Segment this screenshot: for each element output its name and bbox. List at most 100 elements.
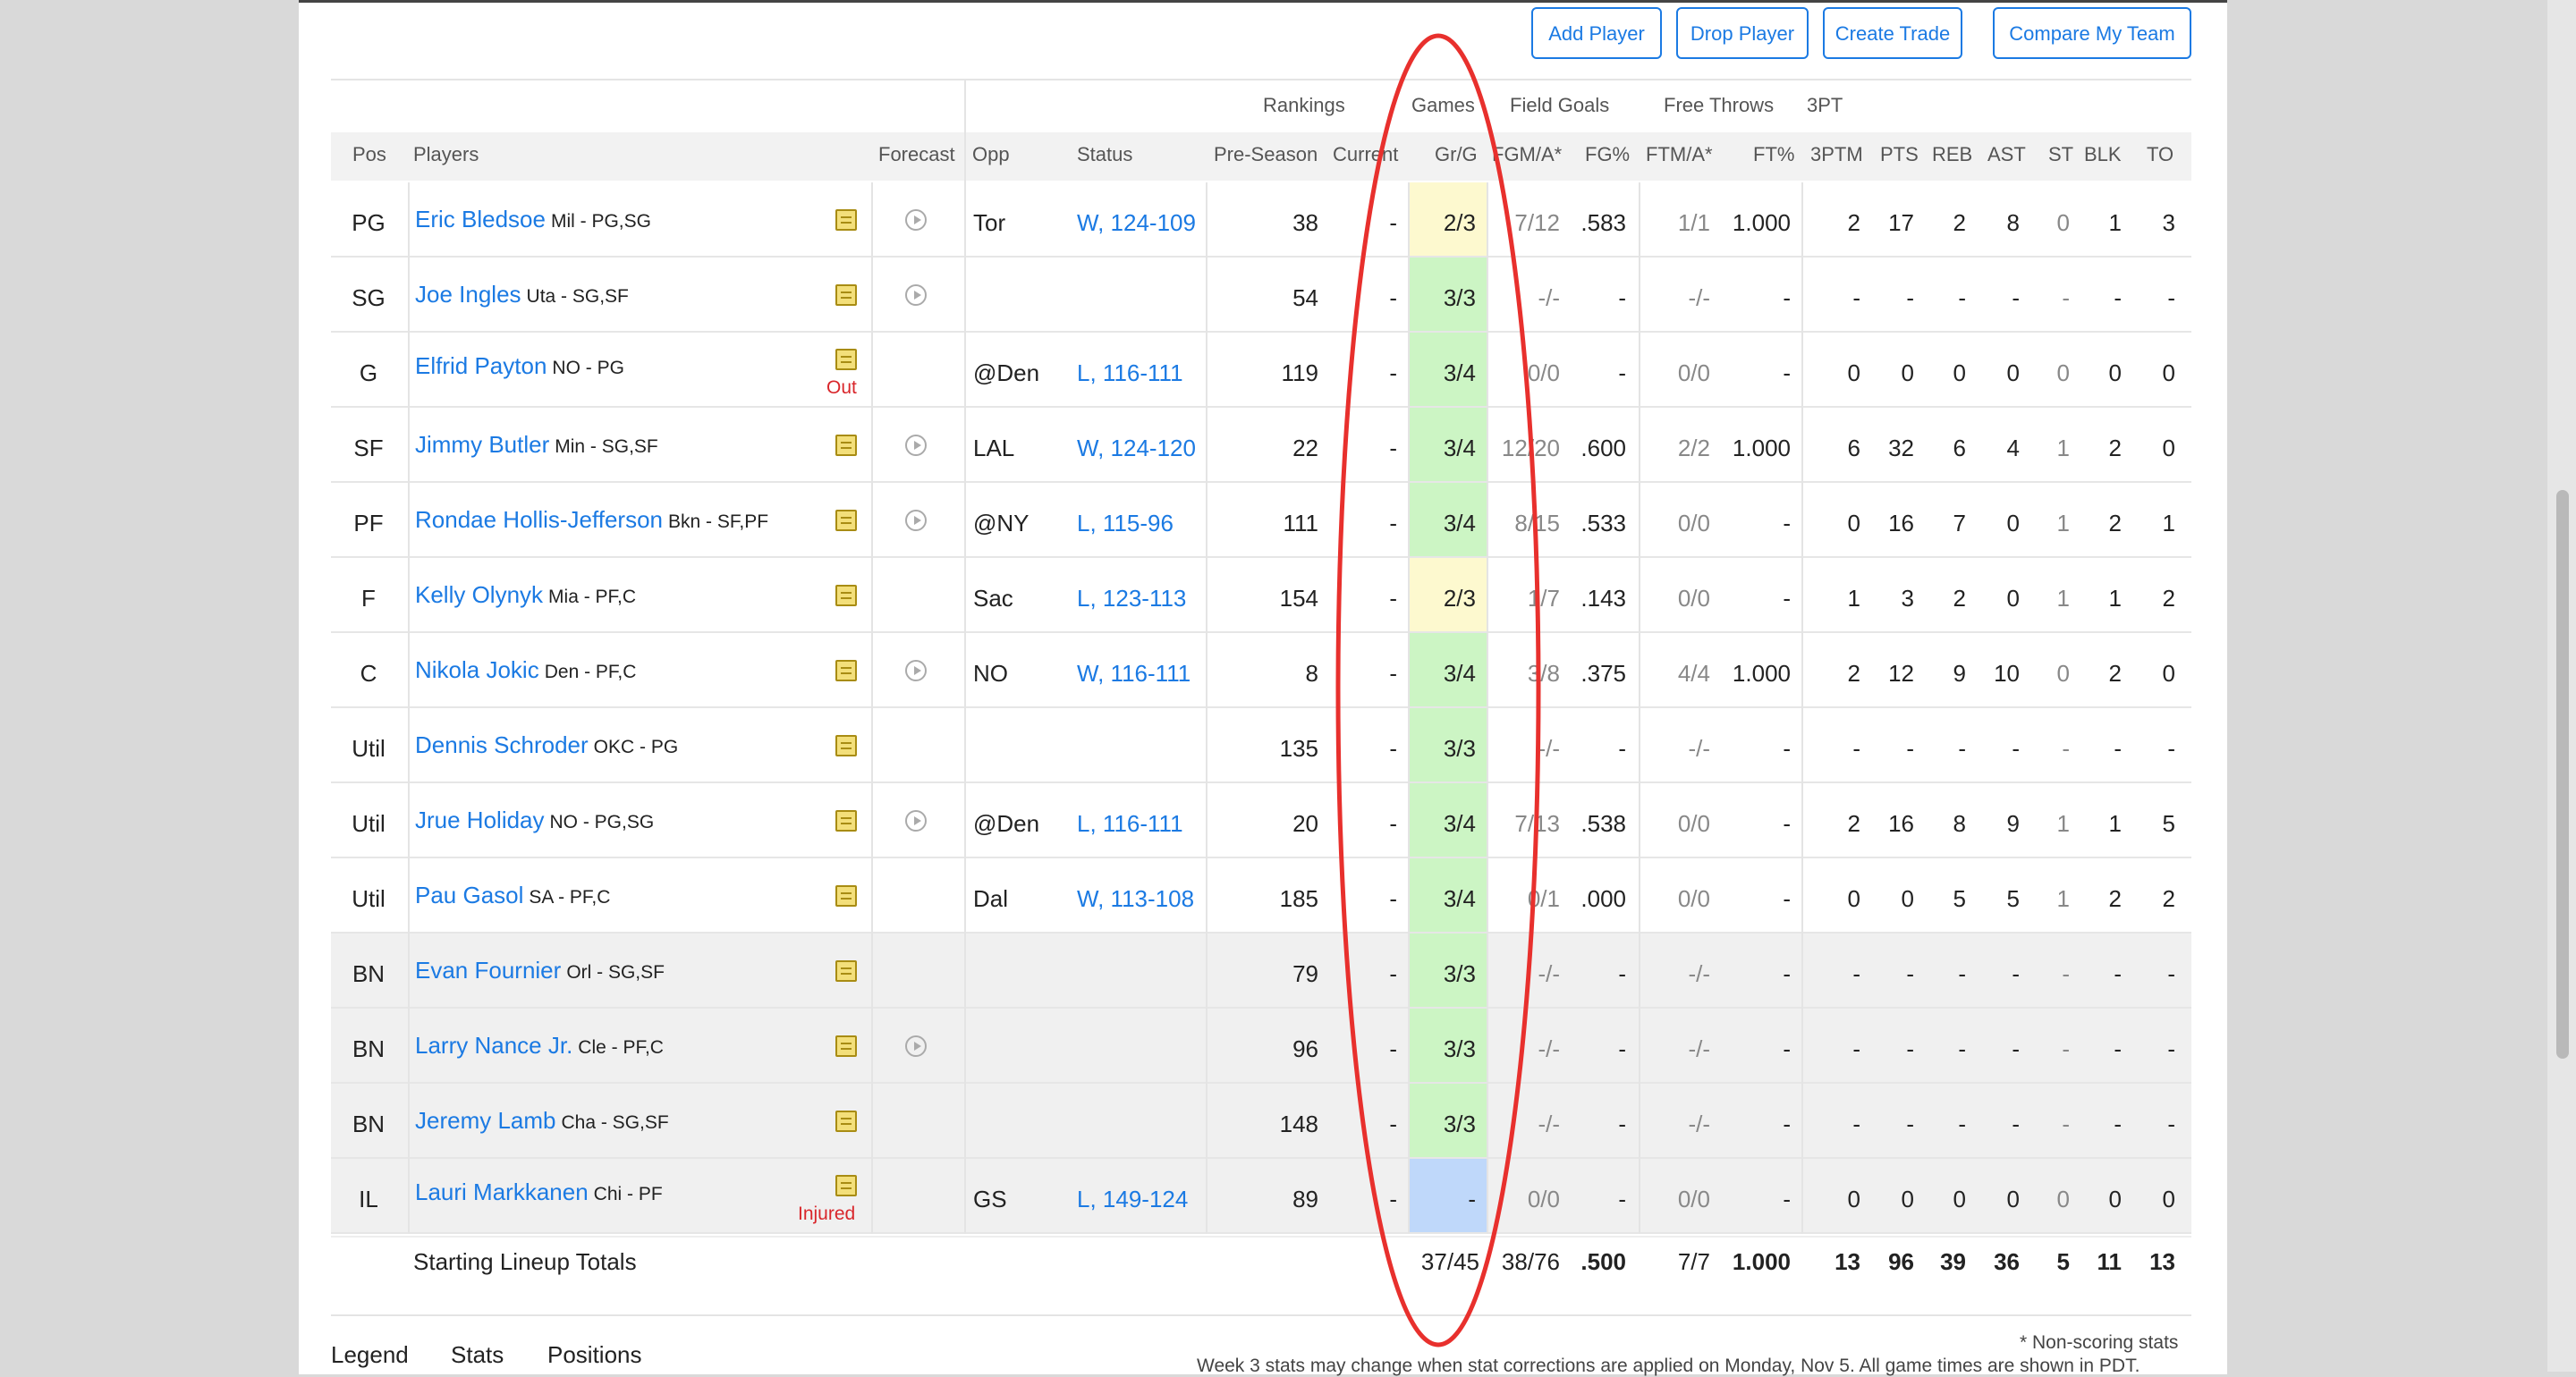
player-note-icon[interactable]: [835, 435, 857, 456]
player-note-icon[interactable]: [835, 1035, 857, 1057]
player-note-icon[interactable]: [835, 349, 857, 370]
cell-ast: -: [2012, 960, 2020, 987]
scrollbar-thumb[interactable]: [2556, 490, 2569, 1059]
player-note-icon[interactable]: [835, 960, 857, 982]
cell-status-link[interactable]: W, 124-120: [1077, 435, 1202, 462]
cell-grg: 2/3: [1443, 209, 1476, 236]
player-name-link[interactable]: Larry Nance Jr.: [415, 1032, 572, 1059]
cell-pts: 3: [1901, 585, 1914, 612]
player-name-link[interactable]: Elfrid Payton: [415, 352, 547, 379]
column-header-pts[interactable]: PTS: [1880, 143, 1919, 166]
player-name-link[interactable]: Joe Ingles: [415, 281, 521, 308]
column-header-preseason[interactable]: Pre-Season: [1214, 143, 1318, 166]
cell-st: -: [2062, 1111, 2070, 1137]
cell-status-link[interactable]: W, 116-111: [1077, 660, 1202, 688]
player-name-link[interactable]: Jimmy Butler: [415, 431, 549, 458]
player-name-link[interactable]: Eric Bledsoe: [415, 206, 546, 232]
forecast-play-icon[interactable]: [905, 510, 927, 531]
cell-status-link[interactable]: L, 149-124: [1077, 1186, 1202, 1213]
compare-my-team-button[interactable]: Compare My Team: [1993, 7, 2191, 59]
forecast-play-icon[interactable]: [905, 1035, 927, 1057]
player-note-icon[interactable]: [835, 510, 857, 531]
cell-blk: 1: [2108, 209, 2122, 236]
cell-pts: 16: [1888, 810, 1914, 837]
cell-position: C: [360, 660, 377, 687]
player-name-link[interactable]: Jeremy Lamb: [415, 1107, 556, 1134]
add-player-button[interactable]: Add Player: [1531, 7, 1662, 59]
player-name-link[interactable]: Dennis Schroder: [415, 731, 589, 758]
column-header-grg[interactable]: Gr/G: [1435, 143, 1478, 166]
column-header-fgpct[interactable]: FG%: [1585, 143, 1630, 166]
player-name-link[interactable]: Kelly Olynyk: [415, 581, 543, 608]
column-header-status[interactable]: Status: [1077, 143, 1132, 166]
column-header-3ptm[interactable]: 3PTM: [1810, 143, 1863, 166]
player-name-link[interactable]: Evan Fournier: [415, 957, 561, 984]
player-note-icon[interactable]: [835, 585, 857, 606]
cell-grg: 3/4: [1443, 885, 1476, 912]
footer-tab-positions[interactable]: Positions: [547, 1341, 642, 1369]
column-header-ftpct[interactable]: FT%: [1753, 143, 1794, 166]
column-header-reb[interactable]: REB: [1932, 143, 1972, 166]
drop-player-button[interactable]: Drop Player: [1676, 7, 1809, 59]
player-name-link[interactable]: Jrue Holiday: [415, 807, 545, 833]
forecast-play-icon[interactable]: [905, 284, 927, 306]
player-name-link[interactable]: Rondae Hollis-Jefferson: [415, 506, 663, 533]
forecast-play-icon[interactable]: [905, 810, 927, 832]
column-header-opp[interactable]: Opp: [972, 143, 1010, 166]
cell-status-link[interactable]: L, 116-111: [1077, 810, 1202, 838]
footer-tab-stats[interactable]: Stats: [451, 1341, 504, 1369]
player-name-link[interactable]: Nikola Jokic: [415, 656, 539, 683]
column-header-forecast[interactable]: Forecast: [878, 143, 955, 166]
player-name-link[interactable]: Lauri Markkanen: [415, 1178, 589, 1205]
player-name-link[interactable]: Pau Gasol: [415, 882, 523, 908]
column-header-current[interactable]: Current: [1333, 143, 1398, 166]
cell-status-link[interactable]: L, 123-113: [1077, 585, 1202, 612]
player-note-icon[interactable]: [835, 735, 857, 756]
cell-grg: 3/3: [1443, 960, 1476, 987]
player-note-icon[interactable]: [835, 209, 857, 231]
column-header-to[interactable]: TO: [2147, 143, 2174, 166]
cell-ftpct: -: [1783, 585, 1791, 612]
player-note-icon[interactable]: [835, 810, 857, 832]
cell-opp: Tor: [973, 209, 1006, 236]
totals-ftpct: 1.000: [1732, 1248, 1791, 1275]
create-trade-button[interactable]: Create Trade: [1823, 7, 1962, 59]
cell-status-link[interactable]: L, 116-111: [1077, 359, 1202, 387]
player-note-icon[interactable]: [835, 660, 857, 681]
cell-ast: 4: [2006, 435, 2020, 461]
nonscoring-note: * Non-scoring stats: [2020, 1332, 2179, 1353]
column-header-fgma[interactable]: FGM/A*: [1492, 143, 1562, 166]
column-header-pos[interactable]: Pos: [352, 143, 386, 166]
forecast-play-icon[interactable]: [905, 435, 927, 456]
totals-label: Starting Lineup Totals: [413, 1248, 637, 1275]
cell-status-link[interactable]: W, 113-108: [1077, 885, 1202, 913]
cell-ast: -: [2012, 1035, 2020, 1062]
cell-fgpct: -: [1618, 960, 1626, 987]
cell-fgma: -/-: [1538, 1111, 1560, 1137]
player-note-icon[interactable]: [835, 284, 857, 306]
footer-tab-legend[interactable]: Legend: [331, 1341, 409, 1369]
player-note-icon[interactable]: [835, 1175, 857, 1196]
forecast-play-icon[interactable]: [905, 660, 927, 681]
column-header-st[interactable]: ST: [2048, 143, 2073, 166]
cell-pts: 0: [1901, 885, 1914, 912]
cell-status-link[interactable]: L, 115-96: [1077, 510, 1202, 537]
cell-ftpct: -: [1783, 885, 1791, 912]
cell-ast: -: [2012, 735, 2020, 762]
column-header-blk[interactable]: BLK: [2084, 143, 2122, 166]
cell-status-link[interactable]: W, 124-109: [1077, 209, 1202, 237]
player-note-icon[interactable]: [835, 885, 857, 907]
column-header-ast[interactable]: AST: [1987, 143, 2026, 166]
totals-reb: 39: [1940, 1248, 1966, 1275]
player-team-positions: Bkn - SF,PF: [668, 511, 769, 532]
totals-fgma: 38/76: [1501, 1248, 1560, 1275]
cell-grg: 3/4: [1443, 660, 1476, 687]
cell-fgma: 7/12: [1514, 209, 1560, 236]
cell-reb: 8: [1953, 810, 1966, 837]
column-header-ftma[interactable]: FTM/A*: [1646, 143, 1713, 166]
column-header-players[interactable]: Players: [413, 143, 479, 166]
cell-preseason-rank: 89: [1292, 1186, 1318, 1212]
forecast-play-icon[interactable]: [905, 209, 927, 231]
player-note-icon[interactable]: [835, 1111, 857, 1132]
cell-ftma: 2/2: [1677, 435, 1710, 461]
